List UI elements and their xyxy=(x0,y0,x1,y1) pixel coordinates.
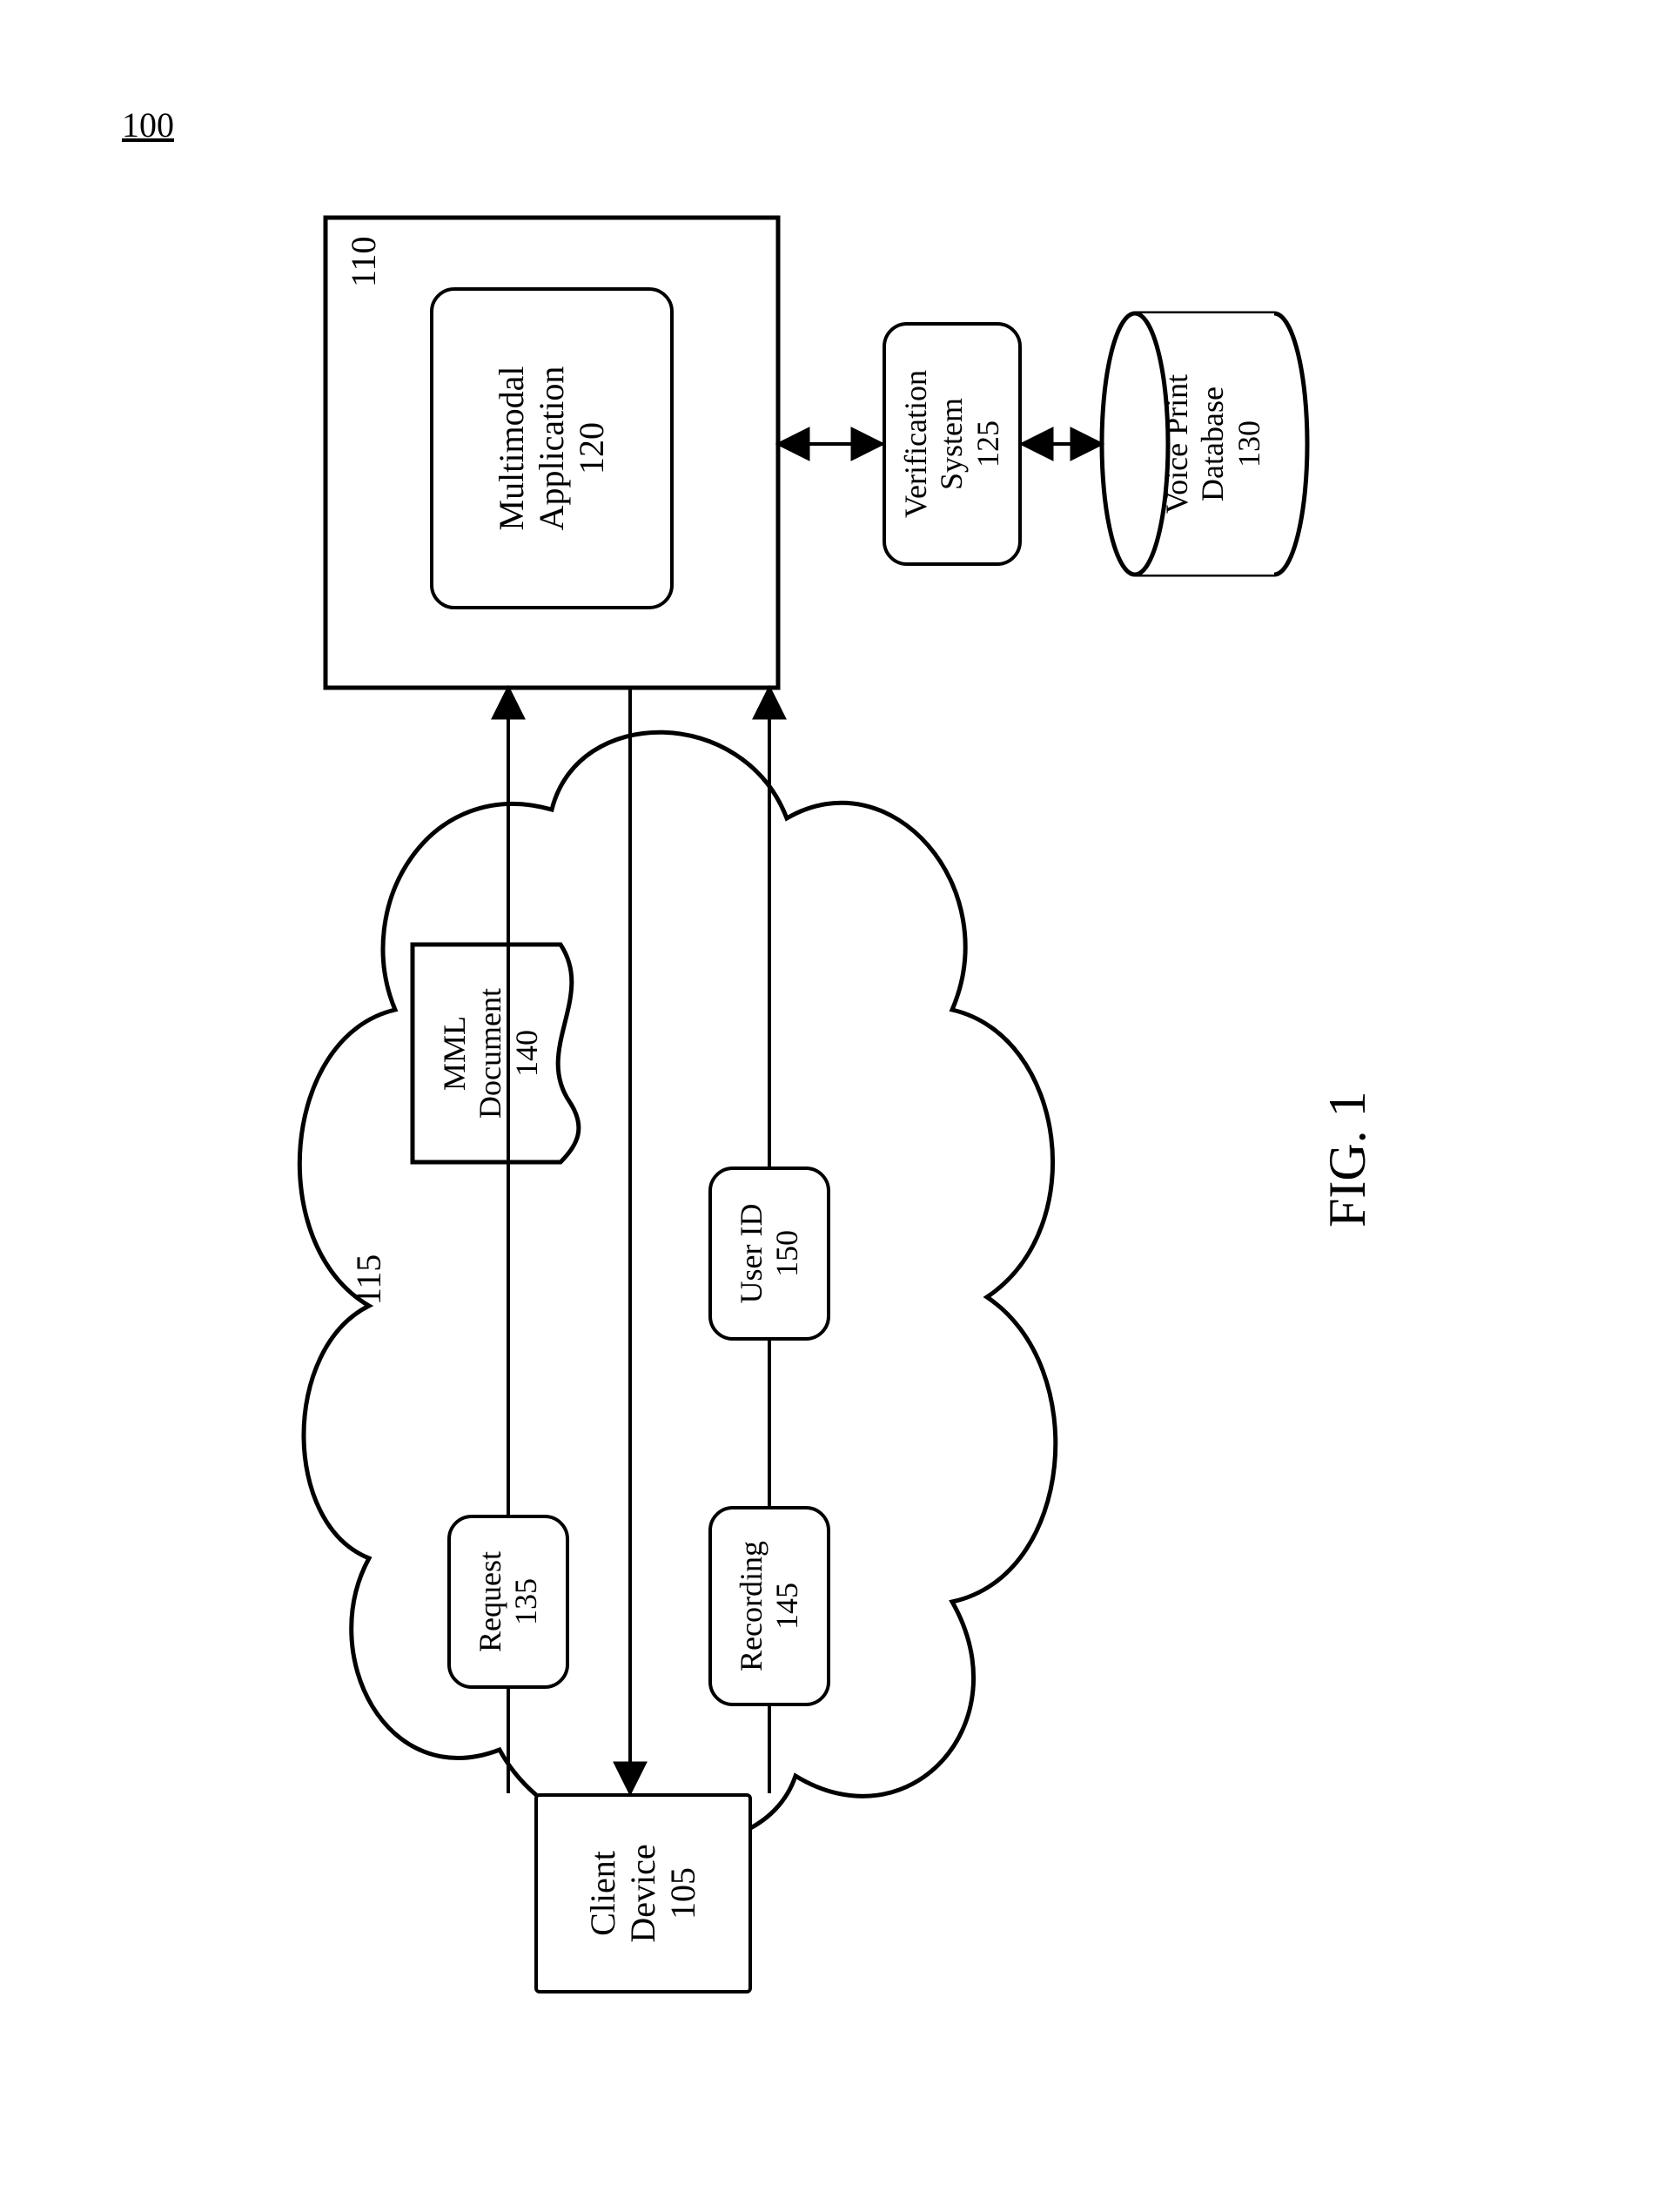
database-ref: 130 xyxy=(1232,420,1267,467)
cloud-ref-label: 115 xyxy=(352,1245,386,1314)
application-title1: Multimodal xyxy=(492,366,532,531)
application-title2: Application xyxy=(532,366,572,531)
recording-title: Recording xyxy=(734,1541,769,1671)
diagram-connectors xyxy=(186,148,1492,2063)
figure-label: FIG. 1 xyxy=(1318,1091,1378,1227)
verification-title2: System xyxy=(934,398,970,490)
client-device-title: Client xyxy=(583,1851,623,1936)
request-ref: 135 xyxy=(508,1578,544,1625)
mml-document-title1: MML xyxy=(437,1016,473,1091)
userid-node: User ID 150 xyxy=(708,1167,830,1341)
application-ref: 120 xyxy=(572,422,612,474)
verification-ref: 125 xyxy=(970,420,1006,467)
database-title1: Voice Print xyxy=(1159,374,1195,514)
client-device-ref: 105 xyxy=(663,1867,703,1920)
request-title: Request xyxy=(473,1551,508,1652)
database-node: Voice Print Database 130 xyxy=(1148,322,1279,566)
mml-document-ref: 140 xyxy=(509,1030,545,1077)
verification-title1: Verification xyxy=(898,370,934,518)
mml-document-node: MML Document 140 xyxy=(426,945,556,1162)
request-node: Request 135 xyxy=(447,1515,569,1689)
server-ref-label: 110 xyxy=(343,236,384,287)
recording-node: Recording 145 xyxy=(708,1506,830,1706)
mml-document-title2: Document xyxy=(473,988,508,1119)
application-node: Multimodal Application 120 xyxy=(430,287,674,609)
client-device-title2: Device xyxy=(623,1844,663,1942)
diagram-stage: 115 110 Client Device 105 Request 135 MM… xyxy=(186,148,1492,2063)
cloud-shape xyxy=(299,732,1055,1845)
client-device-node: Client Device 105 xyxy=(534,1793,752,1993)
userid-ref: 150 xyxy=(769,1230,805,1277)
diagram-ref-label: 100 xyxy=(122,104,174,145)
userid-title: User ID xyxy=(734,1204,769,1304)
verification-node: Verification System 125 xyxy=(883,322,1022,566)
recording-ref: 145 xyxy=(769,1583,805,1630)
database-title2: Database xyxy=(1195,387,1231,501)
